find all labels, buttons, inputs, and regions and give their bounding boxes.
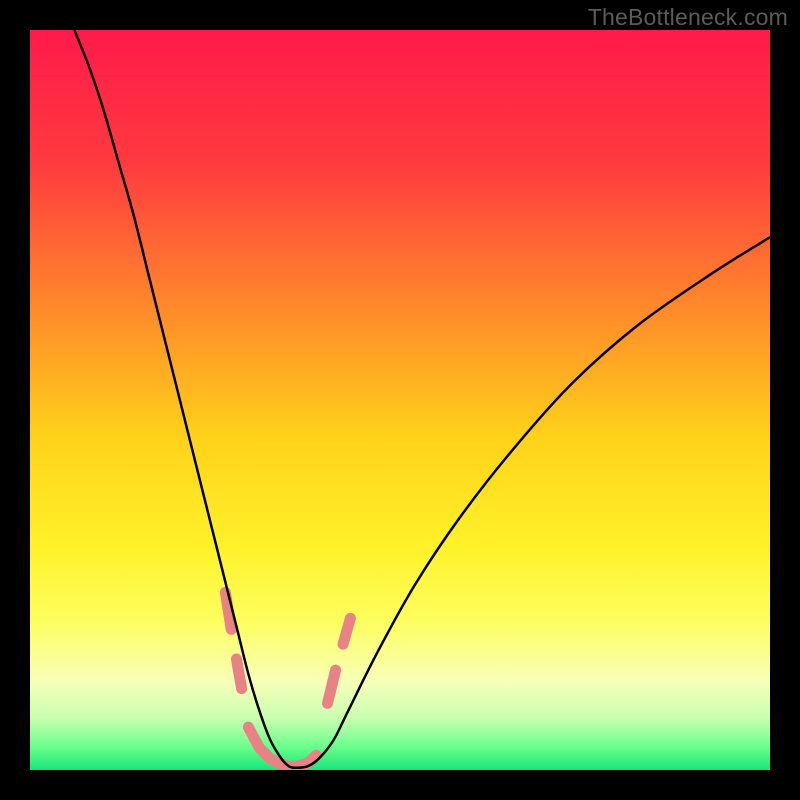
- curve-layer: [30, 30, 770, 770]
- highlight-segment: [343, 618, 350, 644]
- watermark-text: TheBottleneck.com: [588, 4, 788, 31]
- plot-area: [30, 30, 770, 770]
- bottleneck-curve: [74, 30, 770, 768]
- highlight-segment: [236, 659, 241, 689]
- chart-frame: TheBottleneck.com: [0, 0, 800, 800]
- highlight-segment: [327, 670, 335, 703]
